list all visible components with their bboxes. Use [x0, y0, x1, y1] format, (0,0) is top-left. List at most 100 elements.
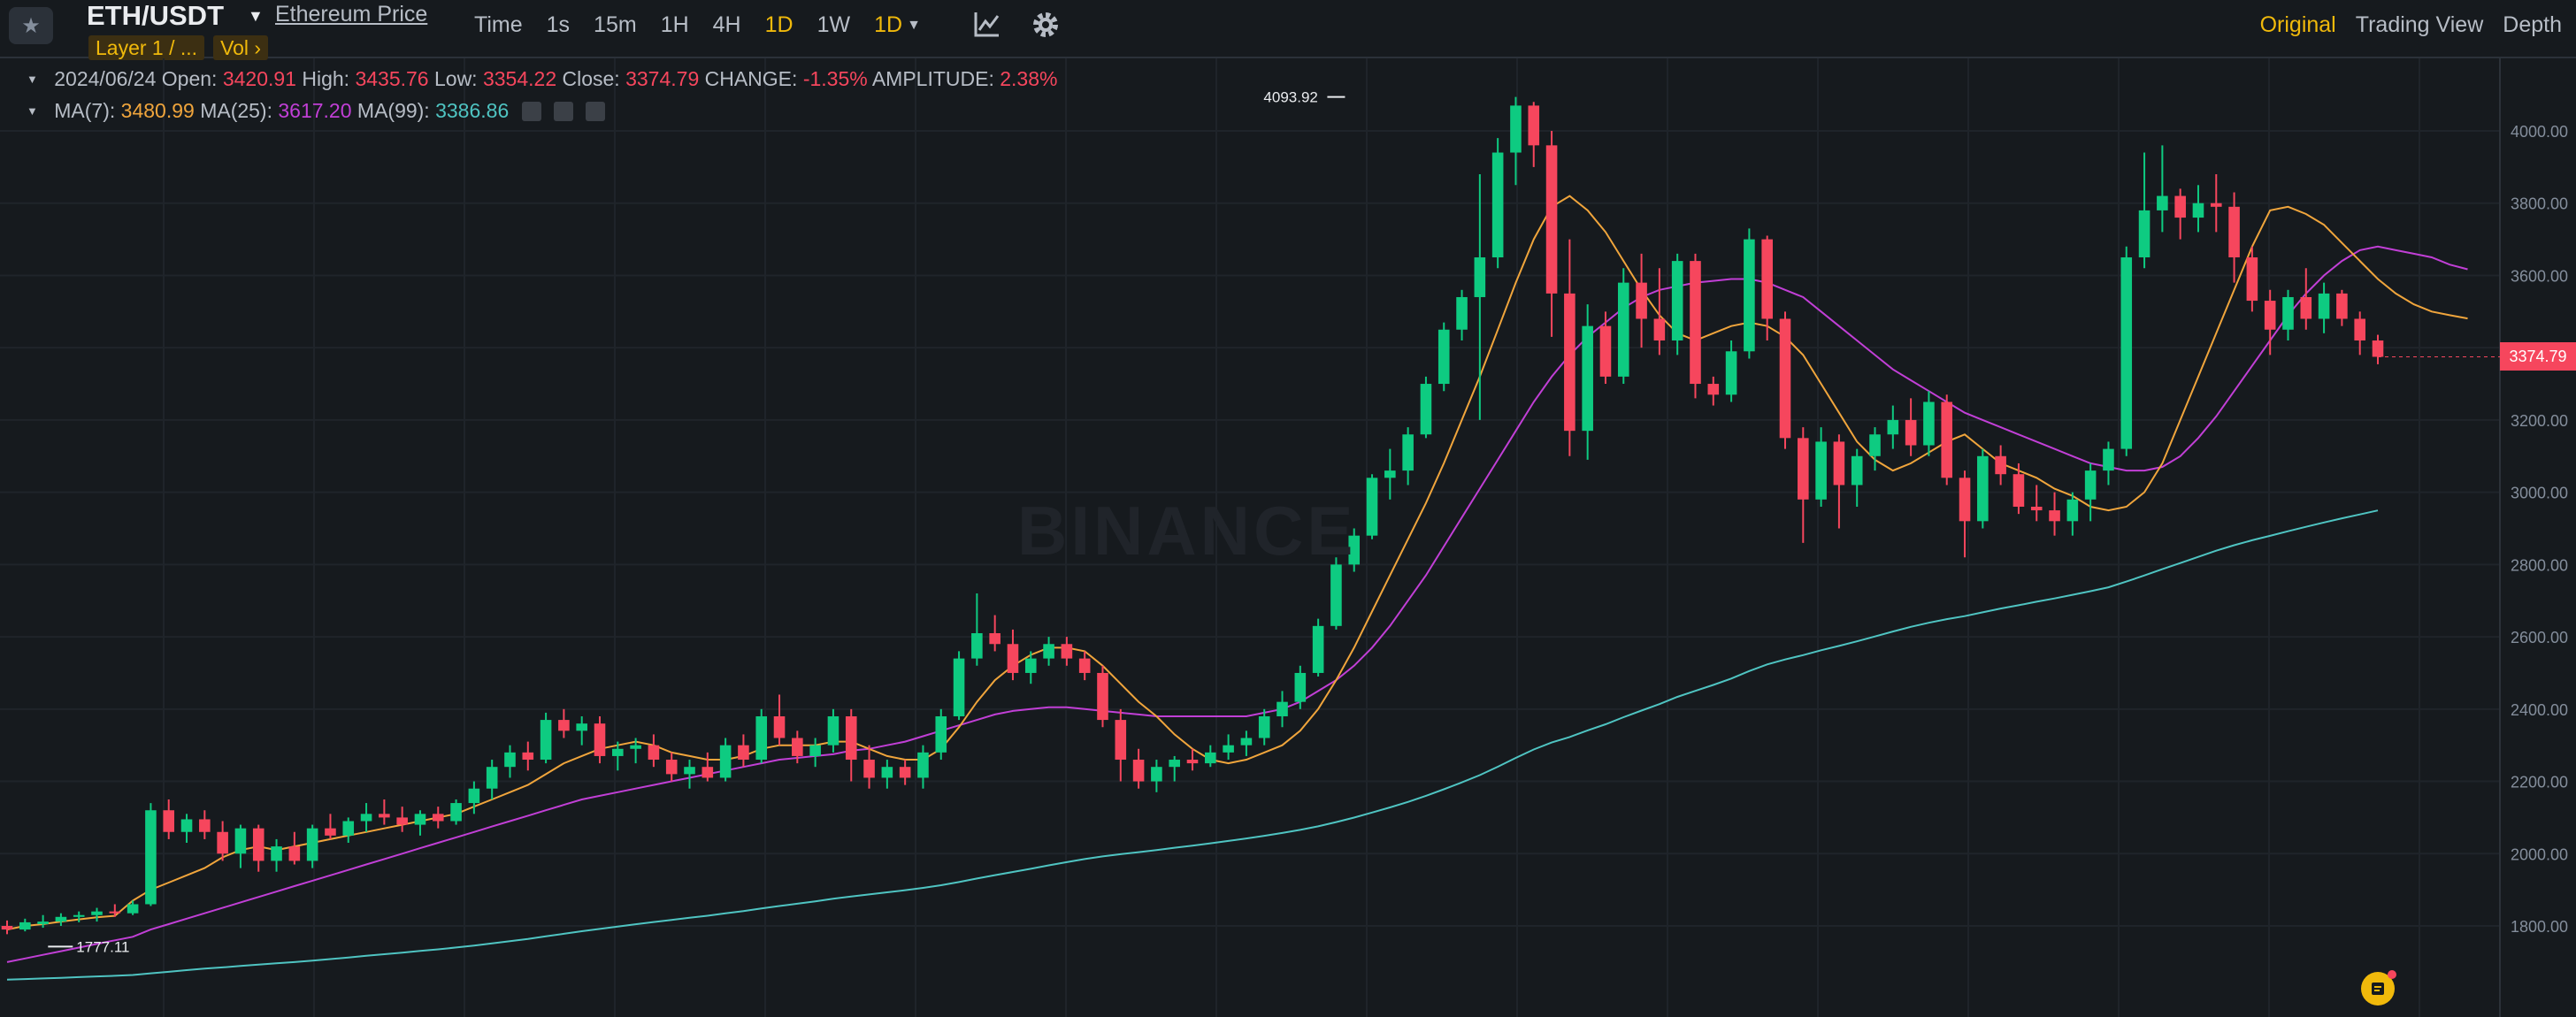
ma-close-icon[interactable] — [586, 102, 606, 121]
candle-body — [1, 926, 13, 930]
candle-body — [1456, 296, 1468, 330]
candle-body — [2030, 506, 2043, 511]
candle-body — [2138, 210, 2150, 258]
candle-body — [1905, 419, 1917, 446]
candle-body — [576, 723, 587, 731]
candle-body — [630, 745, 641, 749]
candle-body — [1959, 478, 1971, 522]
y-axis-tick-label: 3200.00 — [2511, 412, 2568, 430]
candle-body — [1761, 239, 1773, 319]
candle-body — [91, 911, 103, 915]
candle-body — [2228, 206, 2240, 258]
ohlc-legend: ▼ 2024/06/24 Open: 3420.91 High: 3435.76… — [27, 67, 1057, 91]
ma-settings-icon[interactable] — [554, 102, 574, 121]
candle-body — [432, 814, 444, 822]
symbol-dropdown-caret-icon[interactable]: ▼ — [248, 7, 264, 26]
candle-body — [2282, 296, 2294, 330]
interval-15m[interactable]: 15m — [594, 12, 637, 38]
candle-body — [360, 814, 372, 822]
ma-collapse-caret-icon[interactable]: ▼ — [27, 104, 38, 118]
candle-body — [1617, 282, 1629, 377]
candle-body — [1869, 434, 1881, 456]
candle-body — [881, 767, 893, 778]
chart-toolbar: ★ ETH/USDT ▼ Ethereum Price Layer 1 / ..… — [0, 0, 2576, 60]
candle-body — [1977, 455, 1989, 522]
candle-body — [180, 819, 193, 832]
candle-body — [935, 715, 947, 753]
candle-body — [522, 752, 534, 761]
low-label: Low: — [433, 67, 478, 90]
candle-body — [1061, 644, 1073, 659]
chat-assistant-icon[interactable] — [2361, 970, 2396, 1006]
candle-body — [2318, 293, 2330, 319]
amplitude-label: AMPLITUDE: — [871, 67, 994, 90]
candle-body — [1995, 455, 2006, 475]
indicator-chart-icon[interactable] — [969, 7, 1004, 42]
view-depth[interactable]: Depth — [2503, 12, 2562, 38]
candle-body — [2336, 293, 2348, 319]
amplitude-value: 2.38% — [1000, 67, 1058, 90]
interval-4h[interactable]: 4H — [713, 12, 741, 38]
candle-body — [1599, 325, 1612, 377]
candle-body — [1545, 145, 1558, 294]
high-label: High: — [302, 67, 350, 90]
interval-dropdown-caret-icon[interactable]: ▼ — [907, 18, 921, 34]
interval-dropdown[interactable]: 1D — [874, 12, 902, 38]
ma99-label: MA(99): — [356, 99, 430, 122]
candle-body — [809, 745, 821, 756]
change-value: -1.35% — [802, 67, 868, 90]
interval-1s[interactable]: 1s — [547, 12, 570, 38]
candle-body — [1186, 760, 1199, 764]
candle-body — [2084, 470, 2097, 500]
candle-body — [2174, 195, 2186, 218]
candle-body — [2354, 318, 2365, 341]
tag-vol[interactable]: Vol › — [213, 35, 269, 60]
view-trading-view[interactable]: Trading View — [2356, 12, 2484, 38]
candle-body — [1312, 625, 1324, 673]
candle-body — [953, 658, 965, 716]
candle-body — [306, 828, 318, 861]
symbol-title[interactable]: ETH/USDT — [87, 0, 224, 32]
candle-body — [2210, 203, 2222, 207]
candle-body — [1097, 672, 1108, 721]
ma99-line — [6, 509, 2379, 981]
candle-body — [1636, 282, 1647, 319]
candle-body — [558, 720, 570, 731]
candle-body — [2372, 340, 2384, 357]
candle-body — [827, 715, 840, 746]
interval-1h[interactable]: 1H — [661, 12, 689, 38]
candle-body — [2192, 203, 2204, 218]
candle-body — [1438, 329, 1450, 385]
candle-body — [1725, 351, 1737, 395]
interval-time[interactable]: Time — [474, 12, 523, 38]
candle-body — [755, 715, 768, 761]
settings-gear-icon[interactable] — [1028, 7, 1063, 42]
candle-body — [665, 760, 678, 775]
candle-body — [55, 916, 67, 922]
candle-body — [1582, 325, 1593, 432]
candle-body — [2120, 257, 2133, 449]
candle-body — [414, 814, 426, 825]
y-axis-tick-label: 2400.00 — [2511, 701, 2568, 719]
price-page-link[interactable]: Ethereum Price — [275, 2, 427, 27]
candle-body — [738, 745, 749, 761]
candle-body — [19, 921, 31, 930]
interval-1w[interactable]: 1W — [817, 12, 851, 38]
tag-layer1[interactable]: Layer 1 / ... — [88, 35, 205, 60]
interval-1d[interactable]: 1D — [765, 12, 794, 38]
candle-body — [773, 715, 786, 738]
candle-body — [971, 633, 983, 659]
candle-body — [1671, 261, 1683, 341]
ohlc-collapse-caret-icon[interactable]: ▼ — [27, 73, 38, 86]
open-label: Open: — [161, 67, 218, 90]
ma-visibility-icon[interactable] — [521, 102, 541, 121]
candle-body — [2012, 474, 2025, 507]
favorite-star-icon[interactable]: ★ — [9, 7, 53, 44]
candle-body — [2300, 296, 2312, 319]
candle-body — [1132, 760, 1145, 782]
candle-body — [1941, 401, 1953, 478]
view-original[interactable]: Original — [2260, 12, 2336, 38]
candle-body — [1240, 738, 1253, 746]
low-value: 3354.22 — [482, 67, 557, 90]
y-axis-tick-label: 4000.00 — [2511, 123, 2568, 141]
